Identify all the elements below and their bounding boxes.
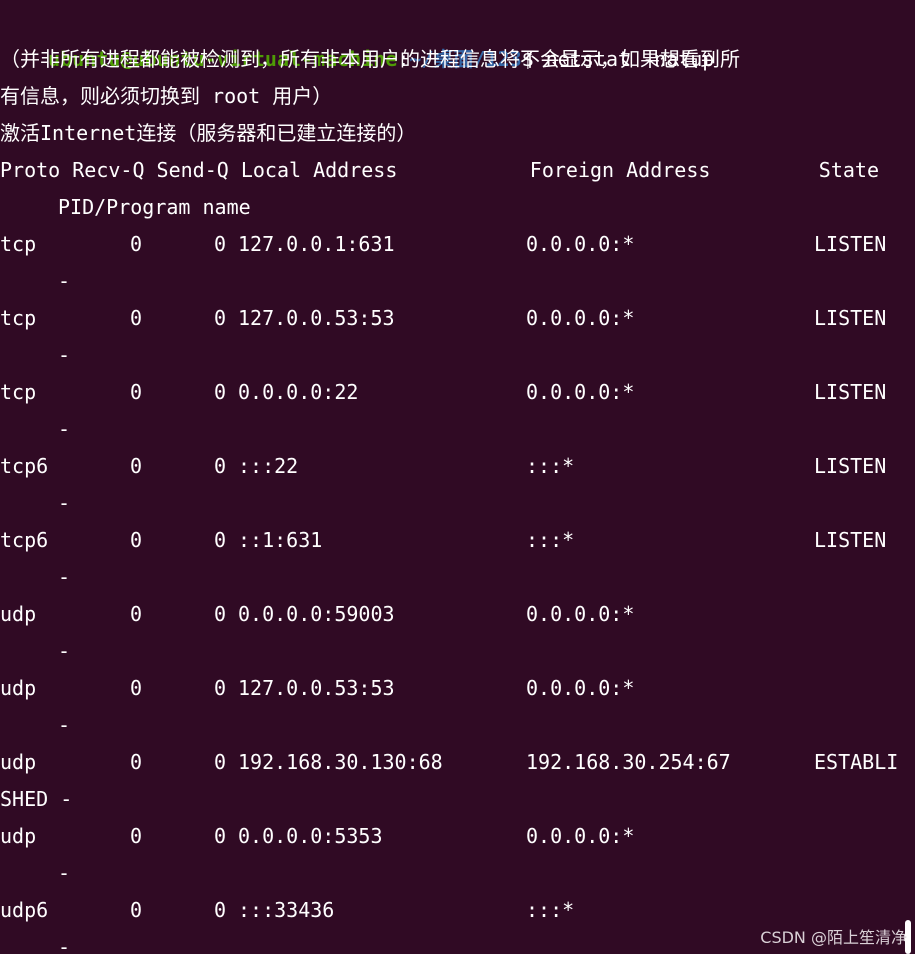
prompt-line: ubuntu@ubuntu-virtual-machine:~/桌面/123$ …	[0, 4, 714, 71]
cell-send: 0	[214, 306, 227, 330]
cell-pid-program: -	[58, 491, 71, 515]
cell-proto: udp	[0, 602, 37, 626]
cell-local: :::33436	[238, 898, 335, 922]
table-header-pid: PID/Program name	[58, 195, 251, 219]
cell-proto: udp	[0, 824, 37, 848]
cell-local: 192.168.30.130:68	[238, 750, 443, 774]
info-message-line-1: （并非所有进程都能被检测到，所有非本用户的进程信息将不会显示，如果想看到所	[0, 47, 740, 71]
cell-send: 0	[214, 824, 227, 848]
cell-proto: tcp	[0, 306, 37, 330]
table-header: Proto Recv-Q Send-Q Local Address Foreig…	[0, 158, 879, 182]
cell-recv: 0	[130, 528, 143, 552]
cell-local: 0.0.0.0:59003	[238, 602, 395, 626]
cell-recv: 0	[130, 380, 143, 404]
cell-foreign: 0.0.0.0:*	[526, 306, 635, 330]
cell-recv: 0	[130, 750, 143, 774]
cell-local: 127.0.0.53:53	[238, 306, 395, 330]
cell-send: 0	[214, 232, 227, 256]
terminal-window[interactable]: ubuntu@ubuntu-virtual-machine:~/桌面/123$ …	[0, 0, 915, 954]
cell-local: 0.0.0.0:5353	[238, 824, 383, 848]
cell-state: LISTEN	[814, 232, 887, 256]
info-message-line-3: 激活Internet连接（服务器和已建立连接的）	[0, 121, 417, 145]
info-message-line-2: 有信息，则必须切换到 root 用户）	[0, 84, 333, 108]
cell-pid-program: -	[58, 861, 71, 885]
cell-recv: 0	[130, 232, 143, 256]
cell-foreign: :::*	[526, 454, 575, 478]
cell-local: 127.0.0.53:53	[238, 676, 395, 700]
cell-state: LISTEN	[814, 380, 887, 404]
cell-proto: tcp	[0, 380, 37, 404]
cell-foreign: 0.0.0.0:*	[526, 824, 635, 848]
cell-send: 0	[214, 454, 227, 478]
cell-pid-program: -	[58, 935, 71, 954]
cell-state: LISTEN	[814, 528, 887, 552]
cell-proto: tcp	[0, 232, 37, 256]
cell-pid-program: -	[58, 713, 71, 737]
cell-foreign: :::*	[526, 898, 575, 922]
cell-recv: 0	[130, 306, 143, 330]
cell-recv: 0	[130, 824, 143, 848]
cell-pid-program: -	[58, 639, 71, 663]
cell-local: 0.0.0.0:22	[238, 380, 359, 404]
cell-pid-program: SHED -	[0, 787, 73, 811]
cell-proto: tcp6	[0, 528, 49, 552]
cell-local: 127.0.0.1:631	[238, 232, 395, 256]
cell-foreign: 0.0.0.0:*	[526, 380, 635, 404]
cell-send: 0	[214, 602, 227, 626]
cell-foreign: 192.168.30.254:67	[526, 750, 731, 774]
cell-pid-program: -	[58, 269, 71, 293]
cell-proto: udp	[0, 750, 37, 774]
cell-state: LISTEN	[814, 306, 887, 330]
cell-send: 0	[214, 750, 227, 774]
cell-foreign: :::*	[526, 528, 575, 552]
cell-recv: 0	[130, 676, 143, 700]
cell-recv: 0	[130, 454, 143, 478]
cell-pid-program: -	[58, 565, 71, 589]
cell-local: :::22	[238, 454, 299, 478]
cell-proto: tcp6	[0, 454, 49, 478]
cell-state: LISTEN	[814, 454, 887, 478]
cell-send: 0	[214, 676, 227, 700]
cell-foreign: 0.0.0.0:*	[526, 676, 635, 700]
cell-proto: udp6	[0, 898, 49, 922]
cell-pid-program: -	[58, 343, 71, 367]
cell-foreign: 0.0.0.0:*	[526, 602, 635, 626]
cell-recv: 0	[130, 602, 143, 626]
cell-state: ESTABLI	[814, 750, 899, 774]
cell-proto: udp	[0, 676, 37, 700]
cell-pid-program: -	[58, 417, 71, 441]
cell-foreign: 0.0.0.0:*	[526, 232, 635, 256]
cell-recv: 0	[130, 898, 143, 922]
cell-local: ::1:631	[238, 528, 323, 552]
cell-send: 0	[214, 380, 227, 404]
cell-send: 0	[214, 528, 227, 552]
watermark: CSDN @陌上笙清净	[760, 928, 907, 947]
cell-send: 0	[214, 898, 227, 922]
